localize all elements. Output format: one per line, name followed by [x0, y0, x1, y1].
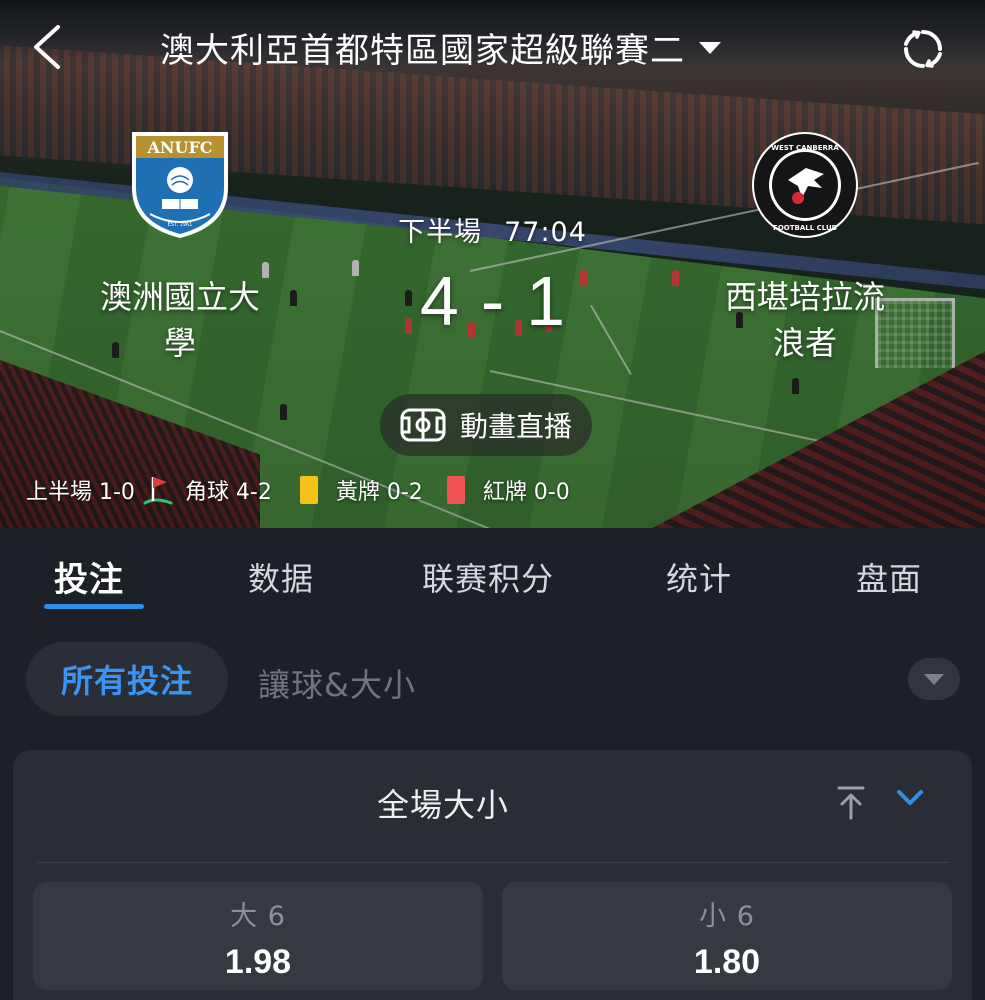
filter-dropdown-button[interactable] [908, 658, 960, 700]
odds-over-label: 大 6 [230, 901, 286, 932]
odds-over-button[interactable]: 大 6 1.98 [33, 882, 483, 990]
chevron-left-icon [34, 25, 60, 69]
home-team-name: 澳洲國立大 學 [99, 278, 260, 362]
pitch-icon [400, 408, 446, 442]
tab-bar: 投注 数据 联赛积分 统计 盘面 [0, 528, 985, 620]
tab-league-standings[interactable]: 联赛积分 [422, 554, 554, 600]
collapse-chevron-icon[interactable] [893, 784, 927, 812]
back-button[interactable] [22, 20, 72, 74]
top-bar: 澳大利亞首都特區國家超級聯賽二 [0, 0, 985, 96]
pin-to-top-icon[interactable] [835, 784, 867, 820]
tab-market[interactable]: 盘面 [856, 554, 922, 600]
home-team-logo: ANUFC EST. 1961 [132, 132, 228, 238]
match-period: 下半場 [398, 217, 483, 248]
match-clock: 77:04 [504, 217, 587, 248]
match-stats: 上半場 1-0 角球 4-2 黃牌 0-2 紅牌 0-0 [26, 470, 570, 510]
away-team-logo: WEST CANBERRA FOOTBALL CLUB [752, 132, 858, 238]
svg-text:EST. 1961: EST. 1961 [168, 222, 193, 228]
refresh-button[interactable] [898, 24, 948, 74]
away-team[interactable]: WEST CANBERRA FOOTBALL CLUB 西堪培拉流 浪者 [690, 130, 920, 366]
refresh-icon [904, 30, 942, 68]
market-card: 全場大小 大 6 1.98 小 6 1.80 [13, 750, 972, 1000]
score-away: 1 [526, 262, 566, 340]
match-status: 下半場 77:04 [380, 210, 605, 249]
yellow-card-icon [299, 476, 318, 504]
corner-count: 角球 4-2 [184, 480, 272, 505]
scoreboard: 4-1 [380, 256, 605, 346]
yellow-card-count: 黃牌 0-2 [335, 480, 423, 505]
svg-text:FOOTBALL CLUB: FOOTBALL CLUB [773, 224, 837, 232]
odds-under-label: 小 6 [699, 901, 755, 932]
divider [37, 862, 949, 863]
caret-down-icon [699, 42, 721, 54]
red-card-icon [446, 476, 465, 504]
filter-handicap-totals[interactable]: 讓球&大小 [258, 660, 416, 706]
away-team-name: 西堪培拉流 浪者 [724, 278, 885, 362]
score-separator: - [480, 262, 505, 340]
half-time-score: 上半場 1-0 [26, 480, 135, 505]
caret-down-icon [924, 673, 944, 685]
active-tab-indicator [44, 604, 144, 609]
tab-statistics[interactable]: 统计 [666, 554, 732, 600]
svg-text:WEST CANBERRA: WEST CANBERRA [771, 144, 839, 152]
market-title: 全場大小 [376, 786, 509, 824]
tab-betting[interactable]: 投注 [54, 552, 124, 601]
svg-text:ANUFC: ANUFC [146, 138, 212, 157]
league-title: 澳大利亞首都特區國家超級聯賽二 [160, 30, 685, 71]
live-animation-button[interactable]: 動畫直播 [380, 394, 592, 456]
score-home: 4 [419, 262, 459, 340]
home-team[interactable]: ANUFC EST. 1961 澳洲國立大 學 [70, 130, 290, 366]
filter-all-bets[interactable]: 所有投注 [26, 642, 228, 716]
red-card-count: 紅牌 0-0 [482, 480, 570, 505]
league-selector[interactable]: 澳大利亞首都特區國家超級聯賽二 [160, 24, 721, 71]
odds-under-button[interactable]: 小 6 1.80 [502, 882, 952, 990]
corner-flag-icon [143, 477, 173, 505]
odds-under-value: 1.80 [693, 943, 761, 981]
live-animation-label: 動畫直播 [459, 410, 572, 443]
tab-data[interactable]: 数据 [248, 554, 314, 600]
bet-filter: 所有投注 讓球&大小 [0, 632, 985, 724]
odds-over-value: 1.98 [224, 943, 292, 981]
